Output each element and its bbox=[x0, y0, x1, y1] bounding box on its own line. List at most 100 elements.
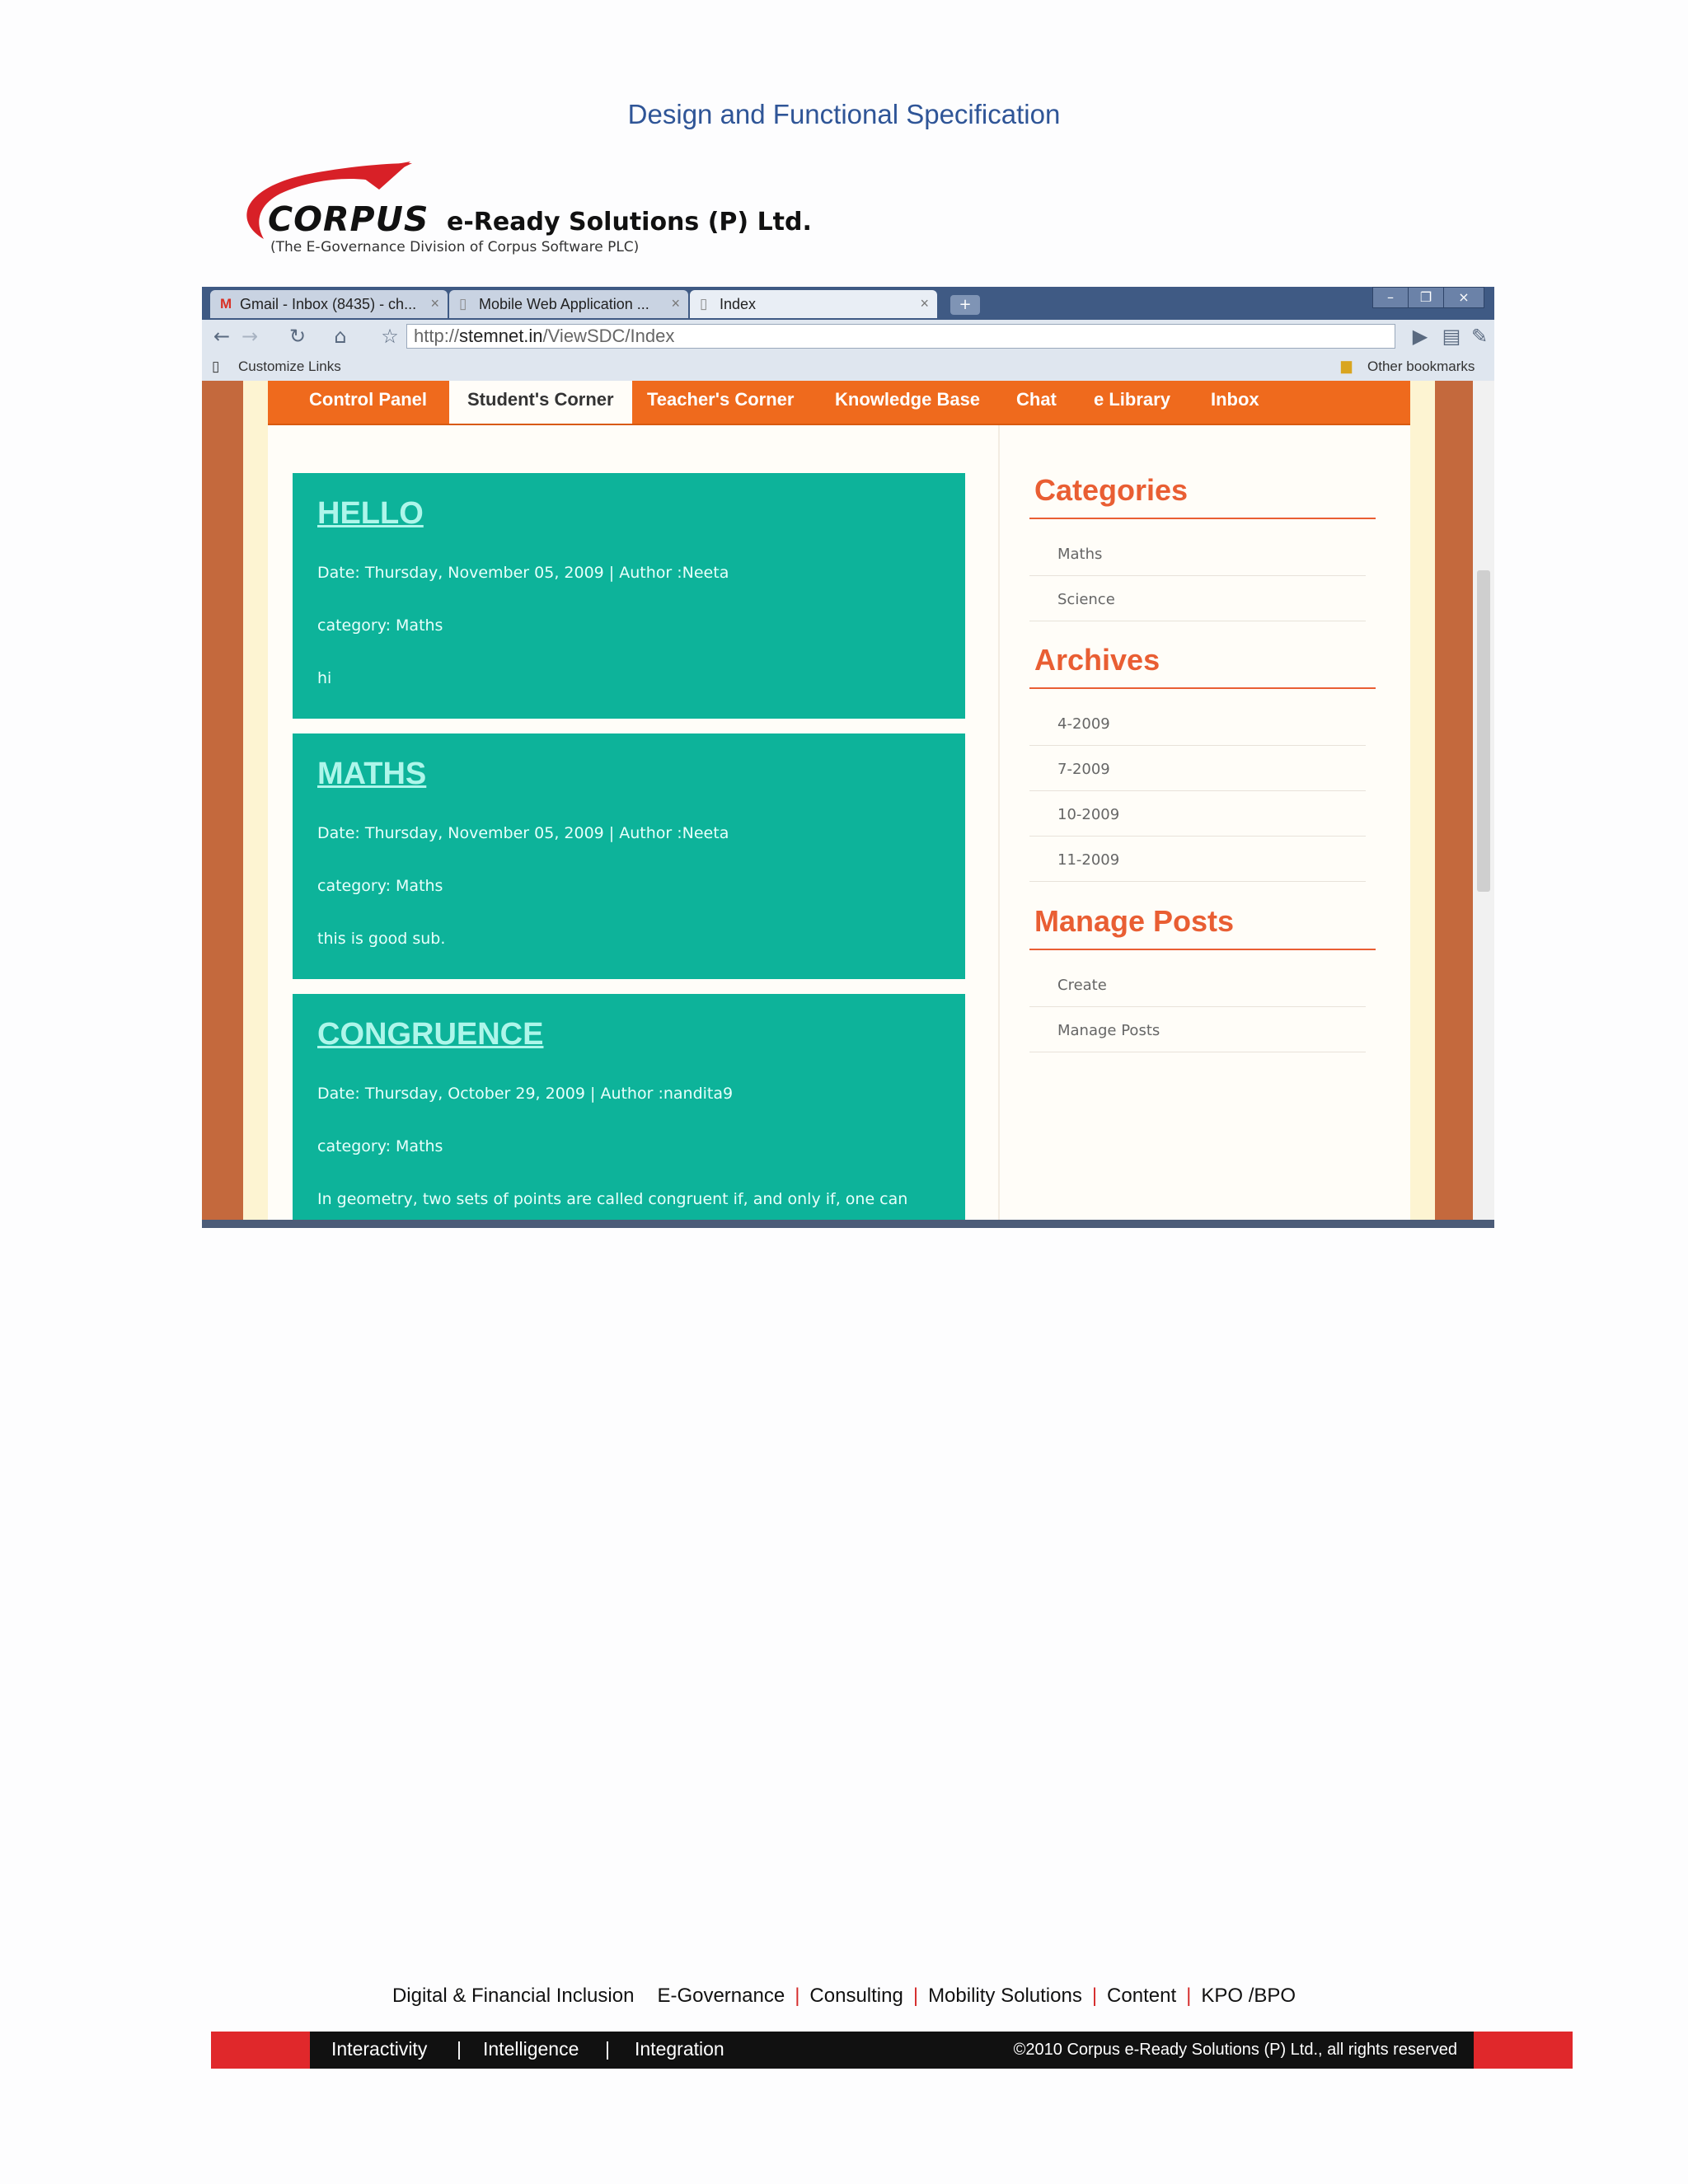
address-bar[interactable]: http://stemnet.in/ViewSDC/Index bbox=[406, 324, 1395, 349]
archive-link[interactable]: 7-2009 bbox=[1057, 761, 1110, 778]
browser-tab-index[interactable]: ▯ Index × bbox=[690, 290, 937, 318]
post-card: CONGRUENCE Date: Thursday, October 29, 2… bbox=[293, 994, 965, 1228]
category-link[interactable]: Maths bbox=[1057, 546, 1102, 563]
page-border-right bbox=[1410, 381, 1435, 1228]
nav-teachers-corner[interactable]: Teacher's Corner bbox=[647, 381, 794, 424]
sidebar-heading-categories: Categories bbox=[1034, 473, 1189, 507]
post-body: this is good sub. bbox=[317, 930, 446, 948]
nav-chat[interactable]: Chat bbox=[1016, 381, 1057, 424]
home-icon[interactable]: ⌂ bbox=[327, 325, 354, 348]
minimize-icon[interactable]: – bbox=[1372, 287, 1409, 308]
sidebar-heading-manage-posts: Manage Posts bbox=[1034, 904, 1235, 938]
post-meta: Date: Thursday, November 05, 2009 | Auth… bbox=[317, 564, 729, 582]
close-icon[interactable]: × bbox=[920, 295, 929, 312]
footer-link[interactable]: E-Governance bbox=[657, 1985, 785, 2007]
url-host: stemnet.in bbox=[459, 326, 543, 346]
document-title: Design and Functional Specification bbox=[627, 99, 1061, 129]
go-icon[interactable]: ▶ bbox=[1407, 325, 1433, 348]
post-category: category: Maths bbox=[317, 616, 443, 635]
nav-e-library[interactable]: e Library bbox=[1094, 381, 1170, 424]
bookmarks-bar: ▯ Customize Links ▆ Other bookmarks bbox=[202, 353, 1494, 381]
wrench-icon[interactable]: ✎ bbox=[1466, 325, 1493, 348]
gmail-icon: M bbox=[220, 296, 232, 312]
footer-copyright: ©2010 Corpus e-Ready Solutions (P) Ltd.,… bbox=[1013, 2041, 1457, 2059]
url-prefix: http:// bbox=[414, 326, 460, 346]
close-window-icon[interactable]: × bbox=[1443, 287, 1484, 308]
post-meta: Date: Thursday, November 05, 2009 | Auth… bbox=[317, 824, 729, 842]
sidebar-separator bbox=[1029, 575, 1366, 576]
corpus-logo: CORPUS e-Ready Solutions (P) Ltd. (The E… bbox=[231, 157, 824, 264]
page-menu-icon[interactable]: ▤ bbox=[1438, 325, 1465, 348]
forward-icon[interactable]: → bbox=[237, 325, 263, 348]
footer-links: Digital & Financial Inclusion E-Governanc… bbox=[392, 1985, 1296, 2007]
footer-link[interactable]: Consulting bbox=[809, 1985, 903, 2007]
sidebar-rule bbox=[1029, 687, 1376, 689]
category-link[interactable]: Science bbox=[1057, 591, 1115, 608]
url-path: /ViewSDC/Index bbox=[542, 326, 675, 346]
close-icon[interactable]: × bbox=[430, 295, 439, 312]
post-title-link[interactable]: CONGRUENCE bbox=[317, 1017, 543, 1052]
tab-label: Index bbox=[720, 295, 757, 312]
bookmark-customize-links[interactable]: Customize Links bbox=[238, 359, 341, 375]
post-meta: Date: Thursday, October 29, 2009 | Autho… bbox=[317, 1085, 734, 1103]
page-icon: ▯ bbox=[459, 296, 467, 312]
footer-bar: Interactivity | Intelligence | Integrati… bbox=[211, 2032, 1573, 2069]
footer-separator: | bbox=[605, 2038, 610, 2060]
sidebar-separator bbox=[1029, 745, 1366, 746]
tab-strip: M Gmail - Inbox (8435) - ch... × ▯ Mobil… bbox=[202, 287, 1494, 320]
web-page: Control Panel Student's Corner Teacher's… bbox=[268, 381, 1410, 1228]
create-post-link[interactable]: Create bbox=[1057, 977, 1107, 994]
content-divider bbox=[998, 425, 1000, 1228]
footer-link[interactable]: Mobility Solutions bbox=[928, 1985, 1082, 2007]
footer-link[interactable]: Content bbox=[1107, 1985, 1176, 2007]
footer-tagline: Integration bbox=[635, 2038, 724, 2060]
archive-link[interactable]: 11-2009 bbox=[1057, 851, 1119, 869]
post-card: MATHS Date: Thursday, November 05, 2009 … bbox=[293, 733, 965, 979]
post-title-link[interactable]: HELLO bbox=[317, 496, 424, 532]
bookmark-other[interactable]: Other bookmarks bbox=[1367, 359, 1475, 375]
page-scrollbar[interactable] bbox=[1473, 381, 1494, 1228]
bookmark-star-icon[interactable]: ☆ bbox=[377, 325, 403, 348]
browser-toolbar: ← → ↻ ⌂ ☆ http://stemnet.in/ViewSDC/Inde… bbox=[202, 320, 1494, 353]
post-title-link[interactable]: MATHS bbox=[317, 757, 426, 792]
sidebar-rule bbox=[1029, 518, 1376, 519]
restore-icon[interactable]: ❐ bbox=[1408, 287, 1444, 308]
browser-tab-gmail[interactable]: M Gmail - Inbox (8435) - ch... × bbox=[210, 290, 448, 318]
tab-label: Gmail - Inbox (8435) - ch... bbox=[240, 295, 417, 312]
footer-link[interactable]: KPO /BPO bbox=[1201, 1985, 1296, 2007]
sidebar-separator bbox=[1029, 881, 1366, 882]
web-page-viewport: Control Panel Student's Corner Teacher's… bbox=[202, 381, 1473, 1228]
page-icon: ▯ bbox=[212, 359, 220, 374]
sidebar-rule bbox=[1029, 949, 1376, 950]
footer-accent-left bbox=[211, 2032, 310, 2069]
taskbar-strip bbox=[202, 1220, 1494, 1228]
tab-label: Mobile Web Application ... bbox=[479, 295, 649, 312]
nav-knowledge-base[interactable]: Knowledge Base bbox=[835, 381, 980, 424]
archive-link[interactable]: 4-2009 bbox=[1057, 715, 1110, 733]
post-category: category: Maths bbox=[317, 1137, 443, 1155]
nav-students-corner[interactable]: Student's Corner bbox=[449, 381, 632, 424]
folder-icon: ▆ bbox=[1341, 358, 1353, 373]
nav-inbox[interactable]: Inbox bbox=[1211, 381, 1259, 424]
new-tab-button[interactable]: + bbox=[950, 295, 980, 315]
archive-link[interactable]: 10-2009 bbox=[1057, 806, 1119, 823]
sidebar-separator bbox=[1029, 836, 1366, 837]
page-icon: ▯ bbox=[700, 296, 708, 312]
footer-tagline: Intelligence bbox=[483, 2038, 579, 2060]
nav-control-panel[interactable]: Control Panel bbox=[309, 381, 427, 424]
post-card: HELLO Date: Thursday, November 05, 2009 … bbox=[293, 473, 965, 719]
scrollbar-thumb[interactable] bbox=[1477, 570, 1490, 892]
logo-company: e-Ready Solutions (P) Ltd. bbox=[447, 208, 812, 237]
sidebar-heading-archives: Archives bbox=[1034, 643, 1160, 677]
footer-tagline: Interactivity bbox=[331, 2038, 428, 2060]
sidebar-separator bbox=[1029, 790, 1366, 791]
manage-posts-link[interactable]: Manage Posts bbox=[1057, 1022, 1160, 1039]
close-icon[interactable]: × bbox=[671, 295, 680, 312]
footer-accent-right bbox=[1474, 2032, 1573, 2069]
reload-icon[interactable]: ↻ bbox=[284, 325, 311, 348]
page-border-left bbox=[243, 381, 268, 1228]
post-body: In geometry, two sets of points are call… bbox=[317, 1190, 908, 1208]
browser-tab-mobile-web-app[interactable]: ▯ Mobile Web Application ... × bbox=[449, 290, 688, 318]
back-icon[interactable]: ← bbox=[209, 325, 235, 348]
footer-link[interactable]: Digital & Financial Inclusion bbox=[392, 1985, 634, 2007]
